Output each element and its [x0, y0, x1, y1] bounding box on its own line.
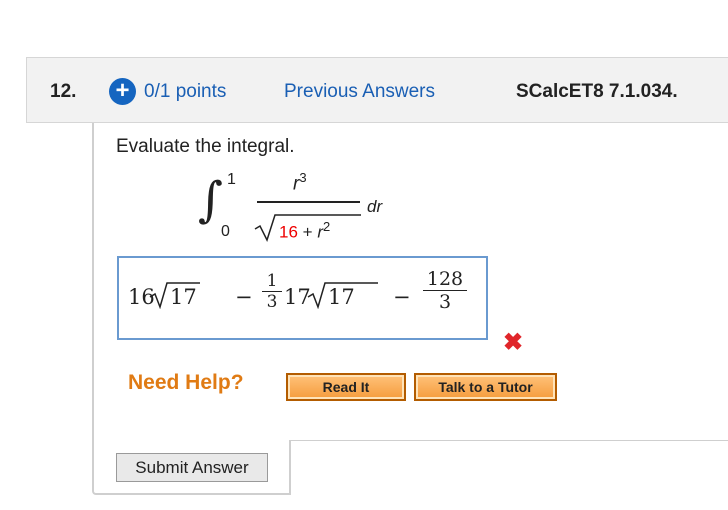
- incorrect-x-icon: ✖: [503, 329, 524, 356]
- answer-fraction-2: 128 3: [423, 268, 467, 313]
- answer-minus-1: −: [235, 285, 253, 309]
- need-help-label: Need Help?: [128, 371, 244, 394]
- integral-sign-icon: ∫: [198, 172, 224, 228]
- answer-term2-radicand: 17: [328, 285, 355, 309]
- answer-minus-2: −: [393, 285, 411, 309]
- answer-fraction-1-num: 1: [262, 271, 282, 292]
- points-label: 0/1 points: [144, 81, 227, 102]
- integrand-denominator: 16 + r2: [279, 219, 330, 243]
- talk-to-tutor-button[interactable]: Talk to a Tutor: [414, 373, 557, 401]
- denominator-exponent: 2: [323, 219, 331, 234]
- problem-source: SCalcET8 7.1.034.: [516, 81, 678, 102]
- question-number: 12.: [50, 81, 77, 102]
- denominator-constant: 16: [279, 222, 298, 242]
- previous-answers-link[interactable]: Previous Answers: [284, 81, 435, 103]
- lower-limit: 0: [221, 223, 230, 240]
- answer-fraction-1: 1 3: [262, 271, 282, 312]
- expand-plus-icon[interactable]: +: [109, 78, 136, 105]
- fraction-bar: [257, 201, 360, 203]
- question-header: 12. + 0/1 points Previous Answers SCalcE…: [26, 57, 728, 123]
- submit-answer-button[interactable]: Submit Answer: [116, 453, 268, 482]
- denominator-plus: +: [302, 222, 313, 242]
- body-divider: [289, 440, 728, 441]
- answer-term1-radicand: 17: [170, 285, 197, 309]
- read-it-button[interactable]: Read It: [286, 373, 406, 401]
- question-prompt: Evaluate the integral.: [116, 136, 295, 157]
- answer-fraction-2-num: 128: [423, 268, 467, 291]
- differential: dr: [367, 197, 383, 216]
- answer-fraction-2-den: 3: [438, 291, 452, 313]
- integrand-numerator: r3: [293, 170, 307, 195]
- upper-limit: 1: [227, 171, 236, 188]
- answer-fraction-1-den: 3: [266, 292, 278, 312]
- body-divider-edge: [289, 440, 291, 495]
